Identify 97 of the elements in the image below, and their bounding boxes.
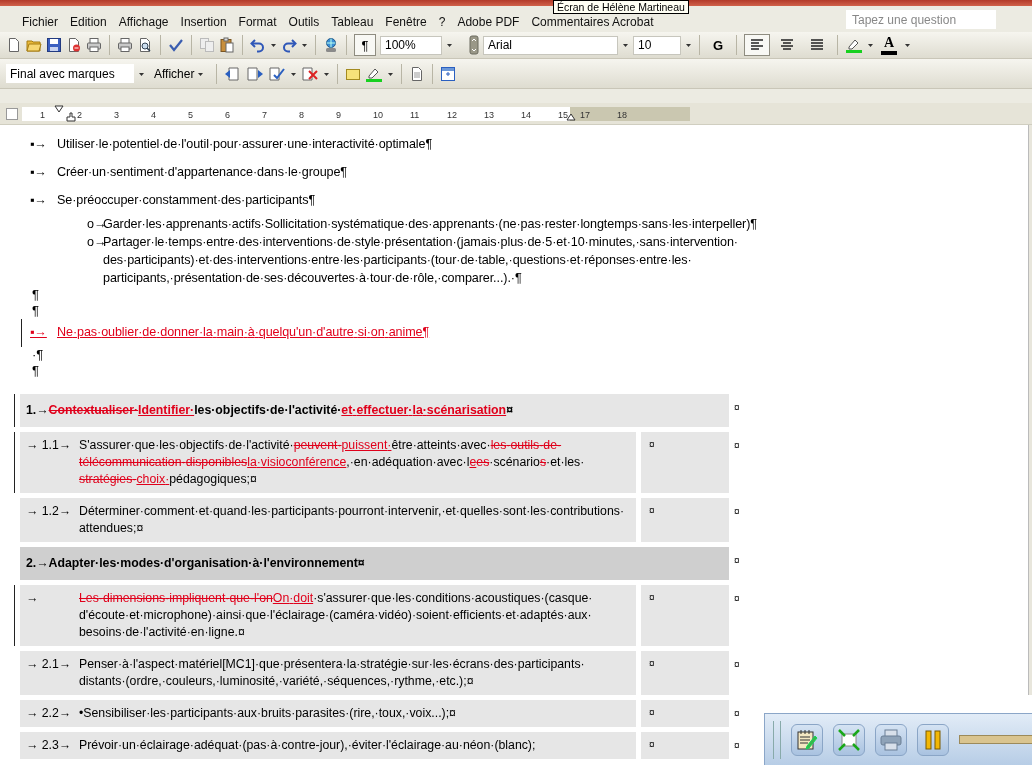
list-item: ▪→ Se·préoccuper·constamment·des·participants¶ [29, 192, 317, 209]
question-field[interactable]: Tapez une question [846, 10, 996, 29]
ruler-number: 9 [336, 109, 341, 120]
menu-item[interactable]: Edition [64, 15, 113, 29]
accept-change-icon[interactable] [268, 65, 287, 82]
new-document-icon[interactable] [6, 37, 22, 53]
table-cell: → 2.2→ •Sensibiliser·les·participants·aux·bruits·parasites·(rire,·toux,·voix...);¤ [20, 700, 636, 727]
ruler-number: 6 [225, 109, 230, 120]
menu-item[interactable]: Insertion [174, 15, 233, 29]
menu-item[interactable]: Fenêtre [379, 15, 433, 29]
ruler-number: 18 [617, 109, 627, 120]
formatting-marks-toggle[interactable]: ¶ [354, 34, 376, 56]
scrollbar[interactable] [1028, 125, 1032, 695]
menu-item[interactable]: Affichage [112, 15, 175, 29]
menu-item[interactable]: Adobe PDF [451, 15, 526, 29]
ruler-number: 3 [114, 109, 119, 120]
stacked-arrows-icon[interactable] [469, 35, 479, 55]
font-color-button[interactable]: A [878, 34, 900, 56]
paste-icon[interactable] [219, 37, 235, 53]
justify-icon[interactable] [809, 37, 825, 53]
list-item: ▪→ Utiliser·le·potentiel·de·l'outil·pour·assurer·une·interactivité·optimale¶ [29, 136, 434, 153]
menu-item[interactable]: Fichier [16, 15, 64, 29]
ruler-number: 17 [580, 109, 590, 120]
globe-icon[interactable] [323, 37, 339, 53]
ruler-number: 5 [188, 109, 193, 120]
table-heading-cell: 2.→Adapter·les·modes·d'organisation·à·l'environnement¤ [20, 547, 729, 580]
list-item: ▪→ Créer·un·sentiment·d'appartenance·dans·le·groupe¶ [29, 164, 349, 181]
grip-handle[interactable] [773, 720, 781, 759]
font-dropdown[interactable]: Arial [483, 35, 618, 55]
paragraph-mark: ·¶ [31, 347, 44, 363]
list-item: o→Garder·les·apprenants·actifs·Sollicitation·systématique·des·apprenants·(ne·pas·rester·longtemps·sans·les·interpeller)¶ [86, 216, 758, 233]
table-cell: ¤ [641, 498, 729, 542]
end-of-row-mark: ¤ [734, 401, 740, 415]
table-cell: → 2.1→ Penser·à·l'aspect·matériel[MC1]·que·présentera·la·stratégie·sur·les·écrans·des·participants·distants·(ordre,·couleurs,·luminosité,·variété,·séquences,·rythme,·etc.);¤ [20, 651, 636, 695]
menu-item[interactable]: Tableau [325, 15, 380, 29]
end-of-row-mark: ¤ [734, 439, 740, 453]
table-cell: → Les·dimensions·impliquent·que·l'onOn·doit·s'assurer·que·les·conditions·acoustiques·(casque·d'écoute·et·microphone)·ainsi·que·l'éclairage·(caméra·vidéo)·soient·efficients·et·adaptés·aux·besoins·de·l'activité·en·ligne.¤ [20, 585, 636, 646]
list-item: o→Partager·le·temps·entre·des·interventions·de·style·présentation·(jamais·plus·de·5·et·10·minutes,·sans·intervention·des·participants)·et·des·interventions·entre·les·participants·(tour·de·table,·questions·et·réponses·entre·les·participants,·présentation·de·ses·découvertes·à·tour·de·rôle,·comparer...).·¶ [86, 234, 739, 287]
ruler-number: 12 [447, 109, 457, 120]
ruler-number: 8 [299, 109, 304, 120]
review-pane-icon[interactable] [440, 65, 457, 82]
reject-change-icon[interactable] [301, 65, 320, 82]
triangle-icon[interactable] [566, 112, 576, 121]
table-cell: ¤ [641, 732, 729, 759]
end-of-row-mark: ¤ [734, 739, 740, 753]
display-mode-dropdown[interactable]: Final avec marques [6, 64, 134, 83]
next-change-icon[interactable] [246, 65, 265, 82]
print-icon[interactable] [86, 37, 102, 53]
paragraph-mark: ¶ [31, 363, 39, 379]
ruler-number: 14 [521, 109, 531, 120]
tab-selector[interactable] [6, 107, 18, 120]
menu-item[interactable]: Outils [282, 15, 326, 29]
notepad-icon[interactable] [795, 727, 819, 752]
fullscreen-icon[interactable] [837, 727, 861, 752]
ruler-number: 4 [151, 109, 156, 120]
ruler-number: 11 [410, 109, 420, 120]
author-tooltip: Écran de Hélène Martineau [553, 0, 689, 14]
tab-stop-icon[interactable] [66, 111, 76, 122]
show-menu-button[interactable]: Afficher [149, 62, 210, 85]
table-cell: → 2.3→ Prévoir·un·éclairage·adéquat·(pas·à·contre-jour),·éviter·l'éclairage·au·néon·(blanc); [20, 732, 636, 759]
menu-item[interactable]: ? [432, 15, 452, 29]
table-cell: → 1.1→ S'assurer·que·les·objectifs·de·l'activité·peuvent·puissent·être·atteints·avec·les·outils·de·télécommunication·disponiblesla·visioconférence,·en·adéquation·avec·lees·scénarios·et·les· stratégies·choix·pédagogiques;¤ [20, 432, 636, 493]
ruler-number: 15 [558, 109, 568, 120]
end-of-row-mark: ¤ [734, 505, 740, 519]
zoom-dropdown[interactable]: 100% [380, 35, 442, 55]
paragraph-mark: ¶ [31, 287, 39, 303]
ruler-number: 13 [484, 109, 494, 120]
table-cell: ¤ [641, 651, 729, 695]
bold-button[interactable]: G [707, 34, 729, 56]
spelling-check-icon[interactable] [168, 37, 184, 53]
ruler-number: 7 [262, 109, 267, 120]
table-cell: ¤ [641, 700, 729, 727]
list-item: ▪→ Ne·pas·oublier·de·donner·la·main·à·quelqu'un·d'autre·si·on·anime¶ [29, 324, 431, 341]
print-icon[interactable] [117, 37, 133, 53]
end-of-row-mark: ¤ [734, 592, 740, 606]
font-size-dropdown[interactable]: 10 [633, 35, 681, 55]
document-no-entry-icon[interactable] [66, 37, 82, 53]
ruler-number: 10 [373, 109, 383, 120]
highlighter-icon[interactable] [845, 37, 863, 53]
table-cell: ¤ [641, 432, 729, 493]
align-left-icon[interactable] [749, 37, 765, 53]
paragraph-mark: ¶ [31, 303, 39, 319]
menu-item[interactable]: Format [232, 15, 283, 29]
align-center-icon[interactable] [779, 37, 795, 53]
save-icon[interactable] [46, 37, 62, 53]
end-of-row-mark: ¤ [734, 658, 740, 672]
table-heading-cell: 1.→Contextualiser·Identifier·les·objectifs·de·l'activité·et·effectuer·la·scénarisation¤ [20, 394, 729, 427]
ruler-number: 1 [40, 109, 45, 120]
redo-icon[interactable] [281, 37, 297, 53]
table-cell: → 1.2→ Déterminer·comment·et·quand·les·participants·pourront·intervenir,·et·quelles·sont·les·contributions·attendues;¤ [20, 498, 636, 542]
menu-item[interactable]: Commentaires Acrobat [525, 15, 660, 29]
ruler-number: 2 [77, 109, 82, 120]
undo-icon[interactable] [250, 37, 266, 53]
print-preview-icon[interactable] [137, 37, 153, 53]
end-of-row-mark: ¤ [734, 554, 740, 568]
end-of-row-mark: ¤ [734, 707, 740, 721]
table-cell: ¤ [641, 585, 729, 646]
